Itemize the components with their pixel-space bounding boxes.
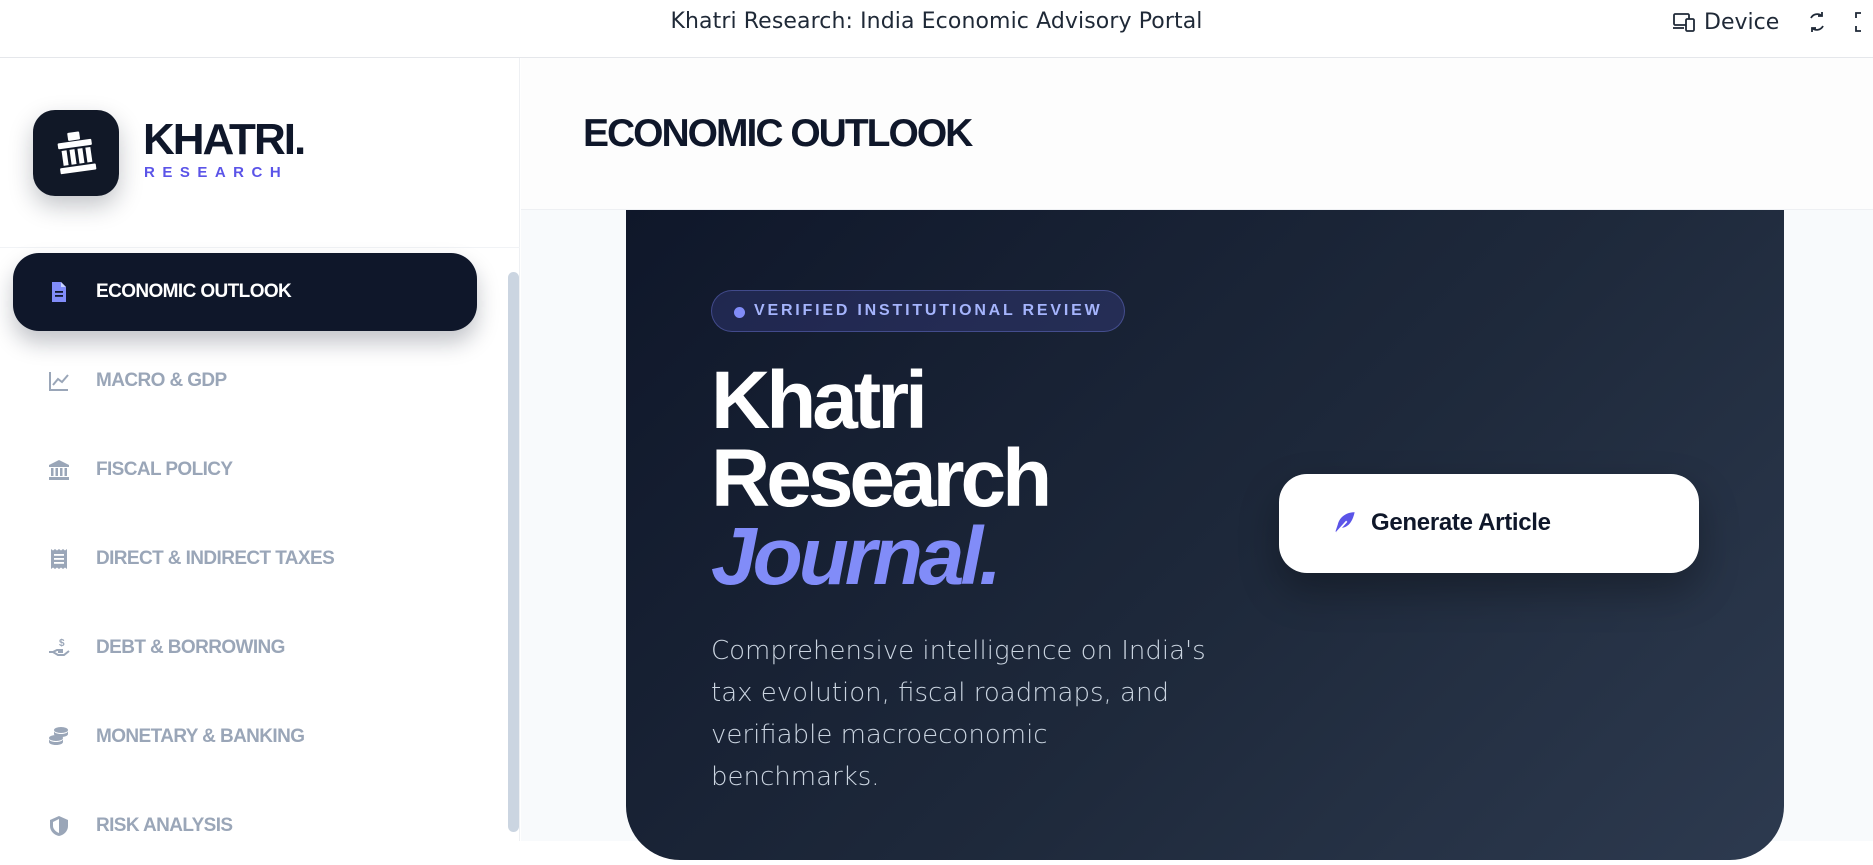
document-icon xyxy=(52,282,66,302)
verified-badge: VERIFIED INSTITUTIONAL REVIEW xyxy=(711,290,1126,332)
sidebar-item-label: DIRECT & INDIRECT TAXES xyxy=(96,548,335,569)
sidebar-item-monetary-banking[interactable]: MONETARY & BANKING xyxy=(13,698,477,776)
sidebar-item-label: RISK ANALYSIS xyxy=(96,815,233,836)
sidebar-item-debt-borrowing[interactable]: $ DEBT & BORROWING xyxy=(13,609,477,687)
receipt-icon xyxy=(51,549,67,569)
hero-title-accent: Journal. xyxy=(711,511,1002,602)
brand-name: KHATRI. xyxy=(143,115,306,164)
status-dot xyxy=(734,307,745,318)
line-chart-icon xyxy=(49,372,69,391)
sidebar-item-label: ECONOMIC OUTLOOK xyxy=(96,281,292,302)
hero-description: Comprehensive intelligence on India's ta… xyxy=(711,636,1206,792)
sidebar: KHATRI. RESEARCH ECONOMIC OUTLOOK MACRO … xyxy=(0,58,520,841)
fullscreen-icon[interactable] xyxy=(1853,10,1873,34)
title-bar: Khatri Research: India Economic Advisory… xyxy=(0,0,1873,58)
hero-title: Khatri Research Journal. xyxy=(711,355,1052,602)
sidebar-item-label: FISCAL POLICY xyxy=(96,459,233,480)
coins-icon xyxy=(49,727,68,745)
sidebar-scrollbar[interactable] xyxy=(508,272,519,832)
svg-text:$: $ xyxy=(59,638,65,649)
brand-subtitle: RESEARCH xyxy=(144,164,289,181)
brand-header: KHATRI. RESEARCH xyxy=(0,58,520,248)
sidebar-item-label: DEBT & BORROWING xyxy=(96,637,285,658)
device-label: Device xyxy=(1704,9,1780,35)
window-title: Khatri Research: India Economic Advisory… xyxy=(670,9,1203,34)
bank-icon xyxy=(49,460,69,480)
sidebar-item-label: MACRO & GDP xyxy=(96,370,227,391)
feather-icon xyxy=(1335,512,1355,534)
sidebar-item-fiscal-policy[interactable]: FISCAL POLICY xyxy=(13,431,477,509)
sidebar-item-risk-analysis[interactable]: RISK ANALYSIS xyxy=(13,787,477,865)
generate-article-button[interactable]: Generate Article xyxy=(1279,474,1699,573)
hero-title-line1: Khatri xyxy=(711,355,928,446)
sidebar-item-economic-outlook[interactable]: ECONOMIC OUTLOOK xyxy=(13,253,477,331)
badge-label: VERIFIED INSTITUTIONAL REVIEW xyxy=(754,302,1103,319)
hero-title-line2: Research xyxy=(711,433,1052,524)
page-title: ECONOMIC OUTLOOK xyxy=(583,112,973,155)
landmark-icon xyxy=(57,131,97,175)
sidebar-item-label: MONETARY & BANKING xyxy=(96,726,305,747)
generate-article-label: Generate Article xyxy=(1371,509,1551,536)
shield-icon xyxy=(50,816,68,836)
main-header: ECONOMIC OUTLOOK xyxy=(521,58,1873,210)
brand-logo[interactable] xyxy=(33,110,119,196)
device-button[interactable]: Device xyxy=(1672,8,1779,36)
main-content: ECONOMIC OUTLOOK VERIFIED INSTITUTIONAL … xyxy=(521,58,1873,860)
sidebar-item-taxes[interactable]: DIRECT & INDIRECT TAXES xyxy=(13,520,477,598)
rotate-icon[interactable] xyxy=(1805,10,1829,34)
sidebar-item-macro-gdp[interactable]: MACRO & GDP xyxy=(13,342,477,420)
hero-card: VERIFIED INSTITUTIONAL REVIEW Khatri Res… xyxy=(626,210,1784,860)
device-icon xyxy=(1673,13,1695,32)
hand-dollar-icon: $ xyxy=(49,638,70,656)
